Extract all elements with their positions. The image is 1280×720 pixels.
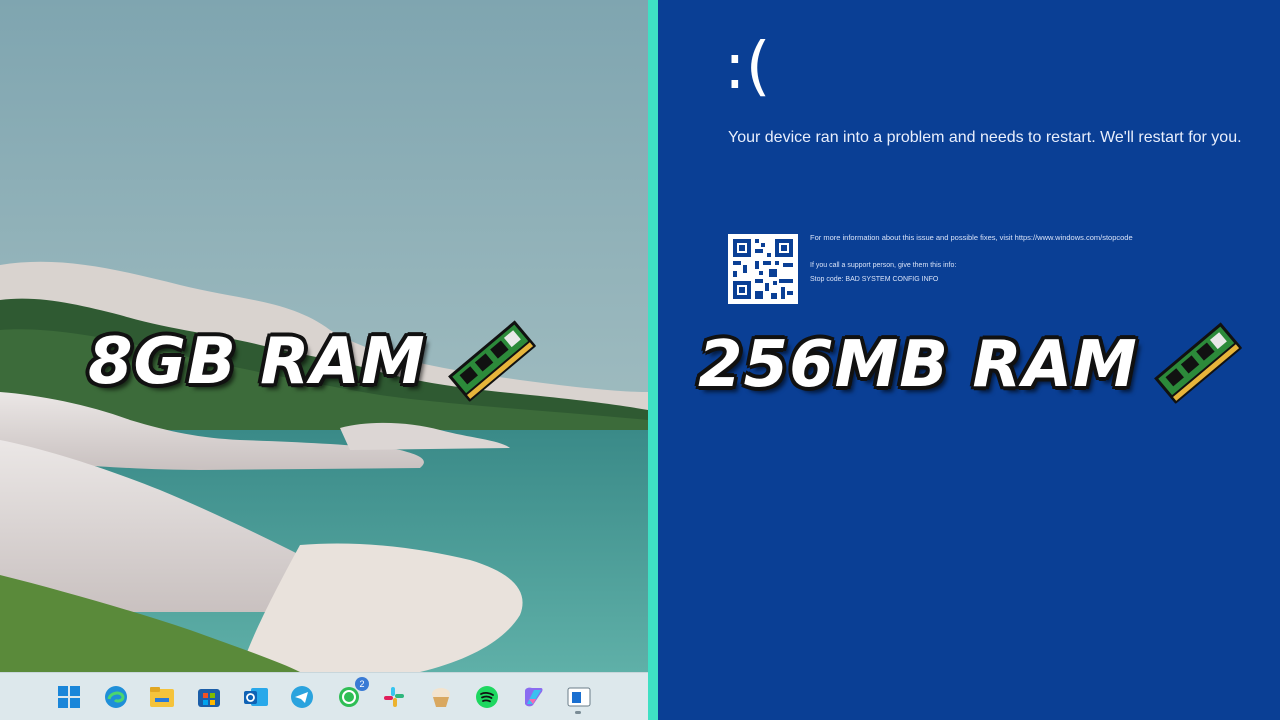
panel-divider <box>648 0 658 720</box>
file-explorer-icon[interactable] <box>148 683 176 711</box>
active-app-indicator <box>575 711 581 714</box>
bsod-message: Your device ran into a problem and needs… <box>728 129 1242 146</box>
desktop-panel: 2 8GB RAM <box>0 0 648 720</box>
edge-icon[interactable] <box>102 683 130 711</box>
store-icon[interactable] <box>195 683 223 711</box>
ram-stick-icon <box>448 320 536 402</box>
qr-code <box>728 234 798 304</box>
slack-icon[interactable] <box>380 683 408 711</box>
outlook-icon[interactable] <box>242 683 270 711</box>
sad-face: :( <box>724 30 771 104</box>
cupcake-icon[interactable] <box>427 683 455 711</box>
bsod-panel: :( Your device ran into a problem and ne… <box>658 0 1280 720</box>
copilot-icon[interactable] <box>519 683 547 711</box>
windows-start-icon[interactable] <box>55 683 83 711</box>
left-caption: 8GB RAM <box>88 325 426 399</box>
whatsapp-badge: 2 <box>355 677 369 691</box>
stopcode-info: For more information about this issue an… <box>810 233 1133 242</box>
support-info: If you call a support person, give them … <box>810 262 957 269</box>
telegram-icon[interactable] <box>288 683 316 711</box>
taskbar: 2 <box>0 672 648 720</box>
app-window-icon[interactable] <box>565 683 593 711</box>
right-caption: 256MB RAM <box>698 328 1138 402</box>
spotify-icon[interactable] <box>473 683 501 711</box>
whatsapp-icon[interactable]: 2 <box>335 677 369 711</box>
stop-code: Stop code: BAD SYSTEM CONFIG INFO <box>810 276 939 283</box>
ram-stick-icon <box>1154 322 1242 404</box>
